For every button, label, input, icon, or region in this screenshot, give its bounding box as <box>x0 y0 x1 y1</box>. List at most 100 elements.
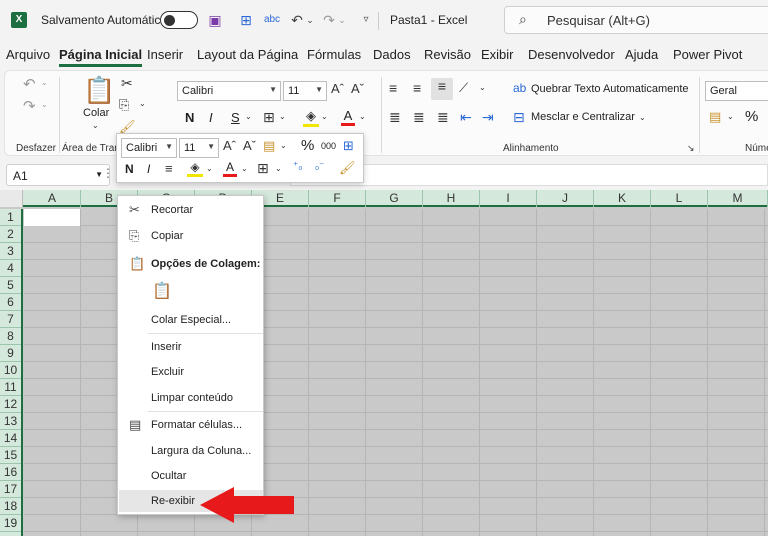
spelling-icon[interactable]: abc <box>262 10 282 30</box>
chevron-down-icon[interactable]: ⌄ <box>275 164 282 173</box>
row-header[interactable]: 15 <box>0 447 21 464</box>
align-middle-icon[interactable]: ≡ <box>413 80 421 96</box>
align-bottom-icon[interactable]: ≡ <box>431 78 453 100</box>
mini-percent-button[interactable]: % <box>301 137 314 154</box>
number-format-combo[interactable]: Geral <box>705 81 768 101</box>
borders-icon[interactable]: ⊞ <box>257 160 269 177</box>
tab-formulas[interactable]: Fórmulas <box>307 47 361 62</box>
mini-italic-button[interactable]: I <box>147 162 150 176</box>
cut-icon[interactable]: ✂ <box>121 75 133 92</box>
chevron-down-icon[interactable]: ⌄ <box>241 164 248 173</box>
orientation-icon[interactable]: ⟋ <box>459 80 468 96</box>
row-header[interactable]: 1 <box>0 209 21 226</box>
row-header[interactable]: 7 <box>0 311 21 328</box>
tab-layout[interactable]: Layout da Página <box>197 47 298 62</box>
tab-desenvolvedor[interactable]: Desenvolvedor <box>528 47 615 62</box>
tab-inserir[interactable]: Inserir <box>147 47 183 62</box>
tab-dados[interactable]: Dados <box>373 47 411 62</box>
dialog-launcher-icon[interactable]: ↘ <box>687 143 695 154</box>
font-name-combo[interactable]: Calibri ▼ <box>177 81 281 101</box>
chevron-down-icon[interactable]: ⌄ <box>139 99 146 108</box>
italic-button[interactable]: I <box>209 110 213 125</box>
chevron-down-icon[interactable]: ⌄ <box>305 10 315 30</box>
tab-power-pivot[interactable]: Power Pivot <box>673 47 742 62</box>
row-header[interactable]: 3 <box>0 243 21 260</box>
autosave-toggle[interactable] <box>160 11 198 29</box>
paste-button-label[interactable]: Colar <box>83 107 109 119</box>
chevron-down-icon[interactable]: ⌄ <box>727 112 734 121</box>
tab-arquivo[interactable]: Arquivo <box>6 47 50 62</box>
column-header[interactable]: M <box>708 190 768 207</box>
redo-icon[interactable]: ↷ <box>319 10 339 30</box>
column-header[interactable]: K <box>594 190 651 207</box>
formula-bar-handle[interactable]: ⋮ <box>102 166 114 180</box>
font-size-combo[interactable]: 11 ▼ <box>283 81 327 101</box>
row-header[interactable]: 17 <box>0 481 21 498</box>
tab-ajuda[interactable]: Ajuda <box>625 47 658 62</box>
tab-revisao[interactable]: Revisão <box>424 47 471 62</box>
menu-item-paste-special[interactable]: Colar Especial... <box>119 309 263 331</box>
paste-icon[interactable]: 📋 <box>83 75 115 106</box>
mini-font-color-button[interactable]: A <box>223 160 237 177</box>
row-header[interactable]: 12 <box>0 396 21 413</box>
menu-item-hide[interactable]: Ocultar <box>119 465 263 487</box>
align-center-icon[interactable]: ≣ <box>413 109 425 126</box>
currency-icon[interactable]: ▤ <box>709 109 721 125</box>
chevron-down-icon[interactable]: ⌄ <box>41 78 48 87</box>
format-painter-icon[interactable]: 🖌 <box>339 160 356 176</box>
row-header[interactable]: 6 <box>0 294 21 311</box>
row-header[interactable]: 16 <box>0 464 21 481</box>
chevron-down-icon[interactable]: ⌄ <box>321 112 328 121</box>
row-header[interactable]: 19 <box>0 515 21 532</box>
menu-item-delete[interactable]: Excluir <box>119 361 263 383</box>
tab-exibir[interactable]: Exibir <box>481 47 514 62</box>
row-header[interactable]: 13 <box>0 413 21 430</box>
fill-color-icon[interactable]: ◈ <box>303 108 319 127</box>
customize-toolbar-icon[interactable]: ▿ <box>356 10 376 30</box>
column-header[interactable]: J <box>537 190 594 207</box>
chevron-down-icon[interactable]: ⌄ <box>92 121 99 130</box>
mini-thousands-button[interactable]: 000 <box>321 141 336 151</box>
name-box[interactable]: A1 ▼ <box>6 164 110 186</box>
currency-icon[interactable]: ▤ <box>263 138 275 154</box>
format-table-icon[interactable]: ⊞ <box>343 138 354 154</box>
menu-item-clear-contents[interactable]: Limpar conteúdo <box>119 387 263 409</box>
fill-color-icon[interactable]: ◈ <box>187 160 203 177</box>
row-header[interactable]: 5 <box>0 277 21 294</box>
chevron-down-icon[interactable]: ⌄ <box>639 113 646 122</box>
row-header[interactable]: 18 <box>0 498 21 515</box>
increase-font-icon[interactable]: Aˆ <box>331 81 344 96</box>
chevron-down-icon[interactable]: ⌄ <box>280 141 287 150</box>
column-header[interactable]: G <box>366 190 423 207</box>
row-header[interactable]: 14 <box>0 430 21 447</box>
menu-item-copy[interactable]: ⎘ Copiar <box>119 225 263 247</box>
chevron-down-icon[interactable]: ⌄ <box>479 83 486 92</box>
bold-button[interactable]: N <box>185 110 194 125</box>
chevron-down-icon[interactable]: ⌄ <box>245 112 252 121</box>
menu-item-cut[interactable]: ✂ Recortar <box>119 199 263 221</box>
merge-center-button[interactable]: Mesclar e Centralizar <box>531 111 635 123</box>
menu-item-column-width[interactable]: Largura da Coluna... <box>119 440 263 462</box>
column-header[interactable]: H <box>423 190 480 207</box>
underline-button[interactable]: S <box>231 110 240 125</box>
save-icon[interactable]: ▣ <box>205 10 225 30</box>
column-header[interactable]: A <box>24 190 81 207</box>
undo-icon[interactable]: ↶ <box>287 10 307 30</box>
undo-icon[interactable]: ↶ <box>23 75 36 93</box>
search-box[interactable]: ⌕ Pesquisar (Alt+G) <box>504 6 768 34</box>
chevron-down-icon[interactable]: ⌄ <box>206 164 213 173</box>
row-header[interactable]: 2 <box>0 226 21 243</box>
align-center-icon[interactable]: ≡ <box>165 161 173 176</box>
row-header[interactable]: 8 <box>0 328 21 345</box>
wrap-text-button[interactable]: Quebrar Texto Automaticamente <box>531 83 689 95</box>
mini-font-size-combo[interactable]: 11 ▼ <box>179 138 219 158</box>
increase-indent-icon[interactable]: ⇥ <box>482 109 494 126</box>
chevron-down-icon[interactable]: ⌄ <box>359 112 366 121</box>
column-header[interactable]: I <box>480 190 537 207</box>
select-all-corner[interactable] <box>0 190 23 207</box>
decrease-decimal-icon[interactable]: ₀⁻ <box>315 161 324 172</box>
tab-pagina-inicial[interactable]: Página Inicial <box>59 47 143 67</box>
wrap-text-icon[interactable]: ab <box>513 81 526 95</box>
align-left-icon[interactable]: ≣ <box>389 109 401 126</box>
decrease-font-icon[interactable]: Aˇ <box>351 81 364 96</box>
